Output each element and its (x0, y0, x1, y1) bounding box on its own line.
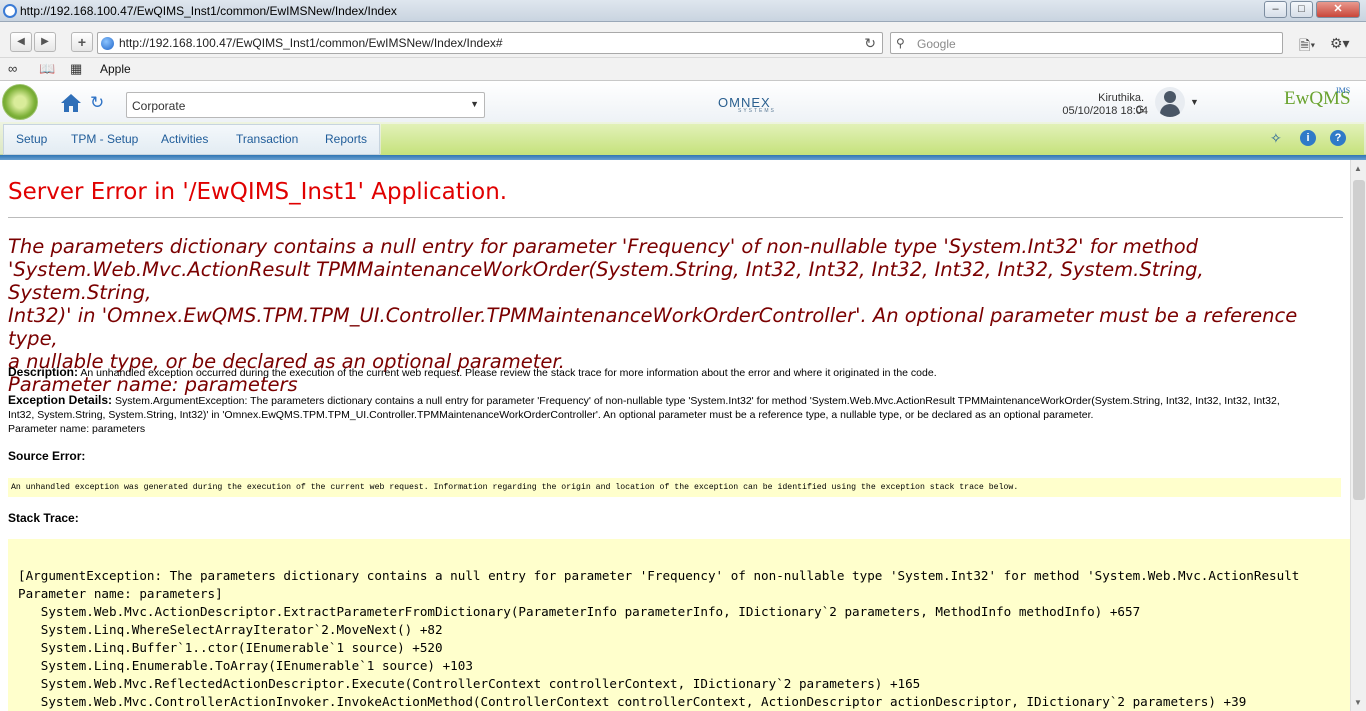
bookmarks-bar: ∞ 📖 ▦ Apple (0, 58, 1366, 81)
user-menu-caret-icon[interactable]: ▼ (1190, 97, 1199, 107)
exception-line: Int32, System.String, System.String, Int… (8, 409, 1094, 421)
error-title: Server Error in '/EwQIMS_Inst1' Applicat… (8, 179, 508, 205)
reload-icon[interactable]: ↻ (864, 35, 876, 52)
menu-reports[interactable]: Reports (325, 132, 367, 146)
pin-icon[interactable]: ✧ (1270, 130, 1282, 147)
ewqms-ims: IMS (1336, 86, 1351, 95)
stack-trace-box: [ArgumentException: The parameters dicti… (8, 539, 1350, 711)
address-url[interactable]: http://192.168.100.47/EwQIMS_Inst1/commo… (119, 36, 503, 50)
info-icon[interactable]: i (1300, 130, 1316, 146)
menu-setup[interactable]: Setup (16, 132, 47, 146)
chevron-down-icon: ▼ (470, 99, 479, 109)
window-title: http://192.168.100.47/EwQIMS_Inst1/commo… (20, 4, 397, 18)
divider (8, 217, 1343, 218)
main-menu-bar: Setup TPM - Setup Activities Transaction… (0, 122, 1366, 155)
scrollbar-thumb[interactable] (1353, 180, 1365, 500)
settings-gear-icon[interactable]: ⚙▾ (1330, 35, 1350, 52)
stack-trace-label: Stack Trace: (8, 511, 79, 525)
new-tab-button[interactable]: + (71, 32, 93, 52)
description-text: An unhandled exception occurred during t… (80, 367, 937, 379)
source-error-label: Source Error: (8, 449, 86, 463)
menu-transaction[interactable]: Transaction (236, 132, 298, 146)
search-bar[interactable]: ⚲ Google (890, 32, 1283, 54)
stack-line: System.Web.Mvc.ReflectedActionDescriptor… (18, 676, 921, 691)
app-logo-icon[interactable] (2, 84, 38, 120)
description-label: Description: (8, 365, 79, 379)
stack-line: System.Linq.Enumerable.ToArray(IEnumerab… (18, 658, 473, 673)
minimize-button[interactable]: – (1264, 1, 1287, 18)
home-icon[interactable] (60, 92, 82, 114)
source-error-heading: Source Error: (8, 449, 85, 463)
back-button[interactable]: ◀ (10, 32, 32, 52)
stack-line: System.Linq.Buffer`1..ctor(IEnumerable`1… (18, 640, 443, 655)
app-header: ↻ Corporate ▼ OMNEX SYSTEMS Kiruthika. G… (0, 82, 1366, 122)
error-message-line: Int32)' in 'Omnex.EwQMS.TPM.TPM_UI.Contr… (8, 304, 1298, 350)
scroll-up-icon[interactable]: ▲ (1354, 164, 1362, 173)
exception-label: Exception Details: (8, 393, 113, 407)
browser-navbar: ◀ ▶ + http://192.168.100.47/EwQIMS_Inst1… (0, 22, 1366, 58)
avatar[interactable] (1155, 87, 1185, 117)
omnex-brand-sub: SYSTEMS (738, 108, 776, 114)
error-message-line: The parameters dictionary contains a nul… (8, 235, 1199, 258)
error-page: Server Error in '/EwQIMS_Inst1' Applicat… (0, 160, 1350, 711)
stack-line: [ArgumentException: The parameters dicti… (18, 568, 1300, 583)
plant-select[interactable]: Corporate ▼ (126, 92, 485, 118)
search-placeholder[interactable]: Google (917, 37, 956, 51)
bookmarks-book-icon[interactable]: 📖 (39, 61, 55, 77)
globe-icon (101, 37, 114, 50)
bookmark-apple[interactable]: Apple (100, 62, 131, 76)
source-error-box: An unhandled exception was generated dur… (8, 478, 1341, 497)
stack-line: System.Web.Mvc.ActionDescriptor.ExtractP… (18, 604, 1141, 619)
menu-tpm-setup[interactable]: TPM - Setup (71, 132, 138, 146)
exception-line: System.ArgumentException: The parameters… (114, 395, 1280, 407)
vertical-scrollbar[interactable]: ▲ ▼ (1350, 160, 1366, 711)
stack-line: Parameter name: parameters] (18, 586, 223, 601)
forward-button[interactable]: ▶ (34, 32, 56, 52)
refresh-icon[interactable]: ↻ (90, 93, 104, 113)
stack-line: System.Linq.WhereSelectArrayIterator`2.M… (18, 622, 443, 637)
browser-favicon-icon (3, 4, 17, 18)
search-icon: ⚲ (896, 36, 905, 50)
stack-trace-heading: Stack Trace: (8, 511, 79, 525)
user-datetime: 05/10/2018 18:04 (1062, 105, 1148, 117)
error-message-line: 'System.Web.Mvc.ActionResult TPMMaintena… (8, 258, 1204, 304)
help-icon[interactable]: ? (1330, 130, 1346, 146)
scroll-down-icon[interactable]: ▼ (1354, 698, 1362, 707)
close-window-button[interactable]: ✕ (1316, 1, 1360, 18)
stack-line: System.Web.Mvc.ControllerActionInvoker.I… (18, 694, 1247, 709)
exception-line: Parameter name: parameters (8, 423, 146, 435)
description: Description: An unhandled exception occu… (8, 365, 1338, 380)
address-bar[interactable]: http://192.168.100.47/EwQIMS_Inst1/commo… (97, 32, 883, 54)
exception-details: Exception Details: System.ArgumentExcept… (8, 393, 1343, 436)
page-menu-icon[interactable]: 🗎▾ (1299, 35, 1315, 59)
plant-select-value: Corporate (132, 99, 186, 113)
ewqms-logo: EwQMS IMS (1284, 86, 1351, 110)
omnex-logo: OMNEX SYSTEMS (718, 95, 774, 114)
top-sites-grid-icon[interactable]: ▦ (70, 61, 82, 77)
menu-activities[interactable]: Activities (161, 132, 208, 146)
reading-list-icon[interactable]: ∞ (8, 61, 17, 76)
maximize-button[interactable]: □ (1290, 1, 1313, 18)
window-titlebar: http://192.168.100.47/EwQIMS_Inst1/commo… (0, 0, 1366, 22)
